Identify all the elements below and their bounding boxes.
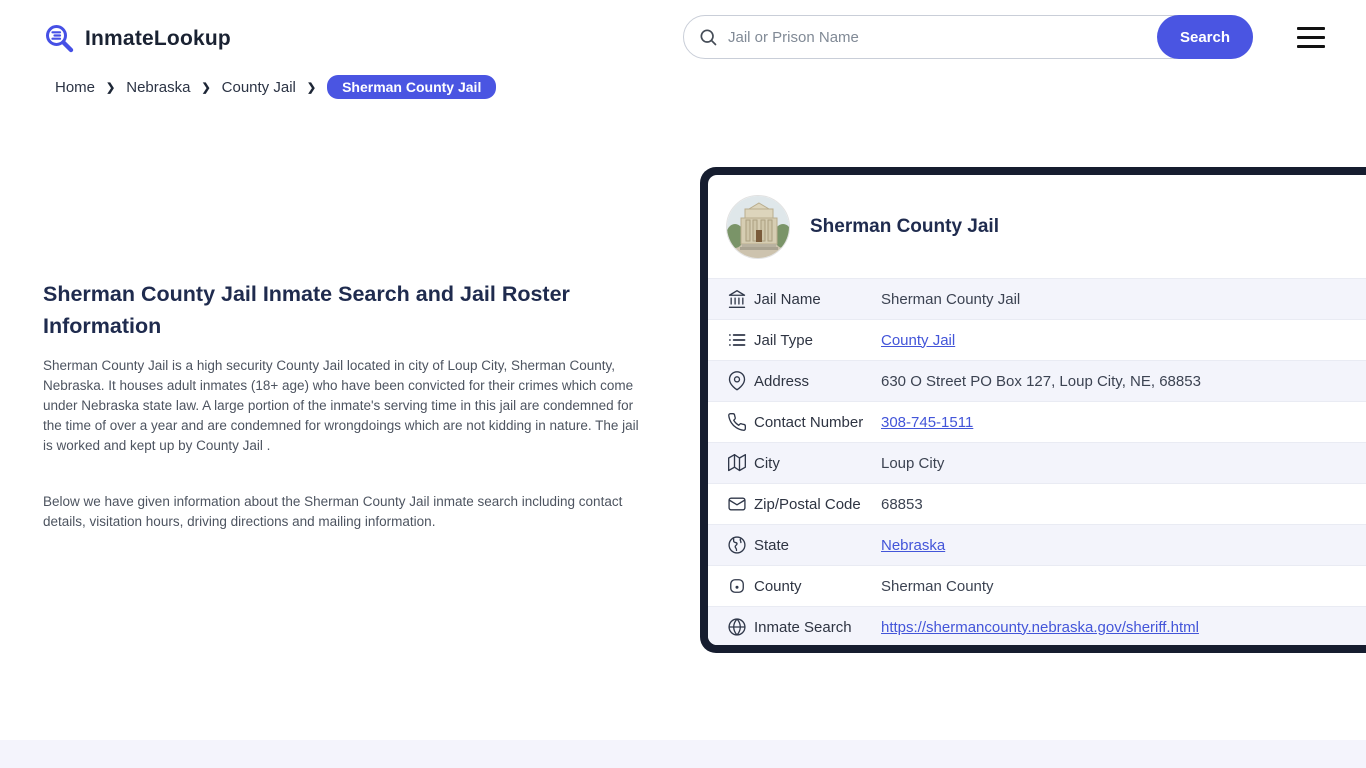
menu-hamburger-icon[interactable] [1297,27,1325,54]
breadcrumb-current-badge: Sherman County Jail [327,75,497,99]
globe-icon [727,617,747,637]
row-label: Contact Number [754,413,864,431]
chevron-right-icon: ❯ [106,81,116,94]
row-label: Jail Type [754,331,813,349]
magnifier-document-icon [43,22,77,56]
row-label: Address [754,372,810,390]
page: InmateLookup Search Home ❯ Nebraska ❯ Co… [0,0,1366,768]
row-label: County [754,577,802,595]
list-icon [727,330,747,350]
row-value: 68853 [881,495,923,513]
bank-icon [727,289,747,309]
logo-text: InmateLookup [85,27,231,50]
row-label: Jail Name [754,290,821,308]
jail-photo [726,194,790,259]
breadcrumb-nebraska[interactable]: Nebraska [126,79,190,96]
table-row-city: City Loup City [708,442,1366,483]
table-row-inmate-search: Inmate Search https://shermancounty.nebr… [708,606,1366,645]
row-label: State [754,536,790,554]
jail-name-title: Sherman County Jail [810,215,999,237]
row-value: Loup City [881,454,945,472]
breadcrumb-home[interactable]: Home [55,79,95,96]
map-icon [727,453,747,473]
row-label: Zip/Postal Code [754,495,861,513]
jail-info-card: Sherman County Jail Jail Name Sherman Co… [700,167,1366,653]
table-row-jail-type: Jail Type County Jail [708,319,1366,360]
envelope-icon [727,494,747,514]
page-title: Sherman County Jail Inmate Search and Ja… [43,282,570,338]
row-value: 630 O Street PO Box 127, Loup City, NE, … [881,372,1201,390]
flag-icon [727,576,747,596]
table-row-state: State Nebraska [708,524,1366,565]
table-row-contact-number: Contact Number 308-745-1511 [708,401,1366,442]
table-row-zip: Zip/Postal Code 68853 [708,483,1366,524]
table-row-county: County Sherman County [708,565,1366,606]
row-label: Inmate Search [754,618,852,636]
row-value: Sherman County Jail [881,290,1021,308]
breadcrumb: Home ❯ Nebraska ❯ County Jail ❯ Sherman … [55,75,497,99]
intro-paragraph: Sherman County Jail is a high security C… [43,358,639,453]
search-icon [698,27,718,47]
map-pin-icon [727,371,747,391]
phone-icon [727,412,747,432]
chevron-right-icon: ❯ [306,81,317,94]
state-link[interactable]: Nebraska [881,537,945,554]
table-row-address: Address 630 O Street PO Box 127, Loup Ci… [708,360,1366,401]
row-value: Sherman County [881,577,994,595]
footer-strip [0,740,1366,768]
jail-type-link[interactable]: County Jail [881,332,955,349]
table-row-jail-name: Jail Name Sherman County Jail [708,278,1366,319]
globe-americas-icon [727,535,747,555]
row-label: City [754,454,780,472]
search-bar[interactable]: Search [683,15,1253,59]
breadcrumb-county-jail[interactable]: County Jail [222,79,296,96]
card-header: Sherman County Jail [708,175,1366,278]
inmate-search-link[interactable]: https://shermancounty.nebraska.gov/sheri… [881,619,1199,636]
chevron-right-icon: ❯ [201,81,211,94]
phone-link[interactable]: 308-745-1511 [881,414,973,431]
info-paragraph: Below we have given information about th… [43,494,623,529]
site-logo[interactable]: InmateLookup [43,22,231,56]
search-button[interactable]: Search [1157,15,1253,59]
